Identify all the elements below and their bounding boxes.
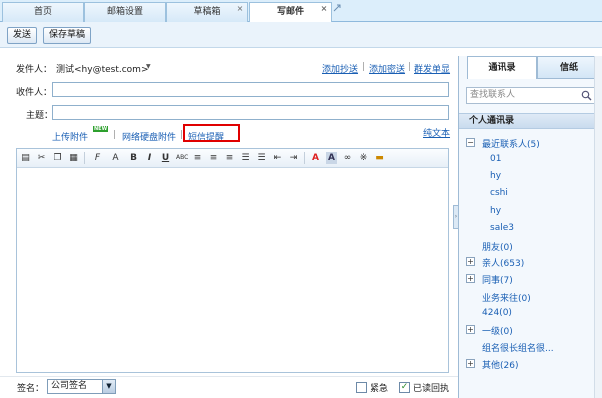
insert-image-icon[interactable]: ▬ [374,152,385,164]
add-cc-link[interactable]: 添加抄送 [322,62,358,75]
tab-label: 草稿箱 [193,7,221,17]
sender-dropdown-icon[interactable]: ▼ [146,63,151,70]
tab-label: 邮箱设置 [106,7,143,17]
subject-label: 主题： [26,111,54,121]
toolbar-divider [84,152,85,164]
ordered-list-icon[interactable]: ☰ [240,152,251,164]
contact-item[interactable]: sale3 [490,223,514,233]
align-left-icon[interactable]: ≡ [192,152,203,164]
font-family-icon[interactable]: F [92,152,103,164]
urgent-label: 紧急 [370,384,389,394]
group-colleagues[interactable]: 同事(7) [482,273,513,286]
unlink-icon[interactable]: ※ [358,152,369,164]
personal-contacts-header[interactable]: 个人通讯录 [459,113,602,129]
group-level-one[interactable]: 一级(0) [482,324,513,337]
close-icon[interactable]: × [236,5,244,13]
tab-compose[interactable]: 写邮件 × [249,2,332,23]
separator: | [113,130,117,140]
to-label: 收件人： [16,88,53,98]
tab-label: 写邮件 [276,7,304,17]
tree-expand-toggle[interactable]: + [466,257,475,266]
tree-collapse-toggle[interactable]: − [466,138,475,147]
bold-icon[interactable]: B [128,152,139,164]
editor-toolbar: ▤ ✂ ❐ ▦ F A B I U ABC ≡ ≡ ≡ ☰ ☰ ⇤ ⇥ A A … [17,149,448,168]
tree-expand-toggle[interactable]: + [466,274,475,283]
contact-item[interactable]: hy [490,171,501,181]
tab-mail-settings[interactable]: 邮箱设置 [84,2,166,22]
tree-expand-toggle[interactable]: + [466,359,475,368]
panel-scrollbar[interactable] [594,56,602,398]
unordered-list-icon[interactable]: ☰ [256,152,267,164]
group-send-link[interactable]: 群发单显 [414,62,450,75]
group-recent-contacts[interactable]: 最近联系人(5) [482,137,540,150]
sender-label: 发件人： [16,65,53,75]
paste-text-icon[interactable]: ▦ [68,152,79,164]
italic-icon[interactable]: I [144,152,155,164]
signature-select[interactable]: 公司签名 ▼ [47,379,116,394]
signature-value: 公司签名 [51,381,88,391]
contact-item[interactable]: hy [490,206,501,216]
align-right-icon[interactable]: ≡ [224,152,235,164]
contact-search-input[interactable]: 查找联系人 [466,87,596,104]
save-draft-button[interactable]: 保存草稿 [43,27,91,44]
urgent-checkbox[interactable] [356,382,367,393]
tab-stationery[interactable]: 信纸 [537,56,601,79]
search-icon[interactable] [581,90,592,101]
group-424[interactable]: 424(0) [482,308,512,318]
cut-icon[interactable]: ✂ [36,152,47,164]
read-receipt-checkbox[interactable]: ✓ [399,382,410,393]
upload-attachment-link[interactable]: 上传附件 [52,130,88,143]
compose-toolbar: 发送 保存草稿 [0,22,602,48]
send-button[interactable]: 发送 [7,27,37,44]
tab-drafts[interactable]: 草稿箱 × [166,2,248,22]
group-business[interactable]: 业务来往(0) [482,291,531,304]
signature-label: 签名： [17,384,45,394]
add-bcc-link[interactable]: 添加密送 [369,62,405,75]
group-friends[interactable]: 朋友(0) [482,240,513,253]
new-badge: NEW [93,126,109,132]
group-other[interactable]: 其他(26) [482,358,518,371]
to-input[interactable] [52,82,449,97]
link-icon[interactable]: ∞ [342,152,353,164]
tab-contacts[interactable]: 通讯录 [467,56,537,79]
align-center-icon[interactable]: ≡ [208,152,219,164]
compose-bottom-bar: 签名： 公司签名 ▼ 紧急 ✓ 已读回执 [0,376,458,398]
new-tab-icon[interactable] [333,4,343,14]
contact-item[interactable]: 01 [490,154,501,164]
separator: | [362,62,366,72]
highlight-color-icon[interactable]: A [326,152,337,164]
font-size-icon[interactable]: A [110,152,121,164]
tree-expand-toggle[interactable]: + [466,325,475,334]
search-placeholder: 查找联系人 [470,90,516,100]
tab-bar: 首页 邮箱设置 草稿箱 × 写邮件 × [0,0,602,23]
sender-value[interactable]: 测试<hy@test.com> [56,62,148,75]
netdisk-attachment-link[interactable]: 网络硬盘附件 [122,130,176,143]
read-receipt-label: 已读回执 [413,384,450,394]
toolbar-divider [304,152,305,164]
copy-icon[interactable]: ❐ [52,152,63,164]
font-color-icon[interactable]: A [310,152,321,164]
plain-text-link[interactable]: 纯文本 [423,126,450,139]
paste-icon[interactable]: ▤ [20,152,31,164]
chevron-down-icon: ▼ [102,380,115,393]
group-long-name[interactable]: 组名很长组名很... [482,341,554,354]
strikethrough-icon[interactable]: ABC [176,152,188,164]
tab-label: 首页 [33,7,52,17]
sms-notify-highlight [183,124,240,142]
tab-home[interactable]: 首页 [2,2,84,22]
outdent-icon[interactable]: ⇤ [272,152,283,164]
rich-text-editor[interactable]: ▤ ✂ ❐ ▦ F A B I U ABC ≡ ≡ ≡ ☰ ☰ ⇤ ⇥ A A … [16,148,449,373]
contact-item[interactable]: cshi [490,188,508,198]
underline-icon[interactable]: U [160,152,171,164]
group-family[interactable]: 亲人(653) [482,256,524,269]
close-icon[interactable]: × [320,5,328,13]
separator: | [408,62,412,72]
subject-input[interactable] [52,105,449,120]
indent-icon[interactable]: ⇥ [288,152,299,164]
